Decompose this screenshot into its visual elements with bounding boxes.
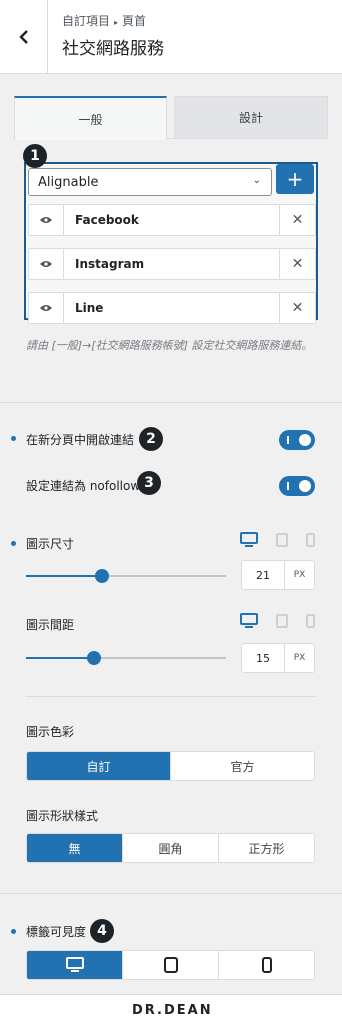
customizer-header: 自訂項目 ▸ 頁首 社交網路服務 xyxy=(0,0,342,74)
mobile-icon[interactable] xyxy=(306,614,315,628)
color-option-custom[interactable]: 自訂 xyxy=(27,752,171,780)
visibility-tablet-button[interactable] xyxy=(123,951,219,979)
tablet-icon[interactable] xyxy=(276,533,288,547)
list-item: Line ✕ xyxy=(28,292,316,324)
breadcrumb: 自訂項目 ▸ 頁首 xyxy=(62,12,146,29)
chevron-left-icon xyxy=(18,30,28,44)
shape-option-square[interactable]: 正方形 xyxy=(219,834,314,862)
icon-shape-label: 圖示形狀樣式 xyxy=(26,809,99,823)
icon-size-value: 21 xyxy=(256,569,270,582)
social-hint-text: 請由 [一般]→[社交網路服務帳號] 設定社交網路服務連結。 xyxy=(26,339,313,352)
chevron-down-icon: ⌄ xyxy=(252,175,261,186)
label-visibility-label: 標籤可見度 xyxy=(26,925,87,939)
step-badge-2: 2 xyxy=(139,427,163,451)
visibility-desktop-button[interactable] xyxy=(27,951,123,979)
add-network-button[interactable]: + xyxy=(276,164,314,194)
nofollow-label: 設定連結為 nofollow xyxy=(26,479,141,493)
shape-option-none[interactable]: 無 xyxy=(27,834,123,862)
open-new-tab-label: 在新分頁中開啟連結 xyxy=(26,433,135,447)
tablet-icon xyxy=(163,957,178,973)
icon-size-label: 圖示尺寸 xyxy=(26,537,75,551)
select-value: Alignable xyxy=(38,174,99,190)
unit-label[interactable]: PX xyxy=(284,644,314,672)
eye-icon[interactable] xyxy=(29,293,64,323)
remove-icon[interactable]: ✕ xyxy=(279,293,315,323)
tablet-icon[interactable] xyxy=(276,614,288,628)
list-item: Facebook ✕ xyxy=(28,204,316,236)
icon-spacing-value: 15 xyxy=(256,652,270,665)
section-divider xyxy=(0,893,342,894)
shape-option-rounded[interactable]: 圓角 xyxy=(123,834,219,862)
desktop-icon[interactable] xyxy=(240,613,258,629)
back-button[interactable] xyxy=(0,0,48,74)
breadcrumb-separator-icon: ▸ xyxy=(114,18,119,27)
network-name: Line xyxy=(75,301,104,315)
tab-design[interactable]: 設計 xyxy=(174,96,328,138)
unit-label[interactable]: PX xyxy=(284,561,314,589)
breadcrumb-current: 頁首 xyxy=(122,14,147,28)
visibility-mobile-button[interactable] xyxy=(219,951,314,979)
inner-divider xyxy=(26,696,316,697)
step-badge-1: 1 xyxy=(23,144,47,168)
icon-spacing-input[interactable]: 15 PX xyxy=(241,643,315,673)
social-network-list: Alignable ⌄ + Facebook ✕ Instagram ✕ Lin… xyxy=(24,162,318,324)
page-title: 社交網路服務 xyxy=(62,39,164,59)
icon-color-toggle: 自訂 官方 xyxy=(26,751,315,781)
desktop-icon xyxy=(65,957,84,972)
step-badge-4: 4 xyxy=(90,919,114,943)
slider-handle[interactable] xyxy=(87,651,101,665)
footer: DR.DEAN xyxy=(0,994,342,1024)
network-name: Facebook xyxy=(75,213,139,227)
list-item: Instagram ✕ xyxy=(28,248,316,280)
mobile-icon xyxy=(261,957,272,973)
eye-icon[interactable] xyxy=(29,249,64,279)
icon-shape-toggle: 無 圓角 正方形 xyxy=(26,833,315,863)
eye-icon[interactable] xyxy=(29,205,64,235)
remove-icon[interactable]: ✕ xyxy=(279,249,315,279)
nofollow-toggle[interactable] xyxy=(279,476,315,496)
desktop-icon[interactable] xyxy=(240,532,258,548)
network-name: Instagram xyxy=(75,257,145,271)
slider-handle[interactable] xyxy=(95,569,109,583)
icon-color-label: 圖示色彩 xyxy=(26,725,75,739)
section-divider xyxy=(0,402,342,403)
open-new-tab-toggle[interactable] xyxy=(279,430,315,450)
color-option-official[interactable]: 官方 xyxy=(171,752,314,780)
icon-spacing-label: 圖示間距 xyxy=(26,618,75,632)
step-badge-3: 3 xyxy=(137,471,161,495)
dr-dean-logo: DR.DEAN xyxy=(132,1003,213,1018)
social-network-select[interactable]: Alignable ⌄ xyxy=(28,168,272,196)
label-visibility-toggle xyxy=(26,950,315,980)
modified-indicator xyxy=(11,929,16,934)
breadcrumb-parent: 自訂項目 xyxy=(62,14,111,28)
mobile-icon[interactable] xyxy=(306,533,315,547)
modified-indicator xyxy=(11,436,16,441)
modified-indicator xyxy=(11,541,16,546)
icon-size-input[interactable]: 21 PX xyxy=(241,560,315,590)
general-section: 一般 設計 1 Alignable ⌄ + Facebook ✕ Instagr… xyxy=(0,74,342,402)
tab-general[interactable]: 一般 xyxy=(14,96,167,140)
remove-icon[interactable]: ✕ xyxy=(279,205,315,235)
